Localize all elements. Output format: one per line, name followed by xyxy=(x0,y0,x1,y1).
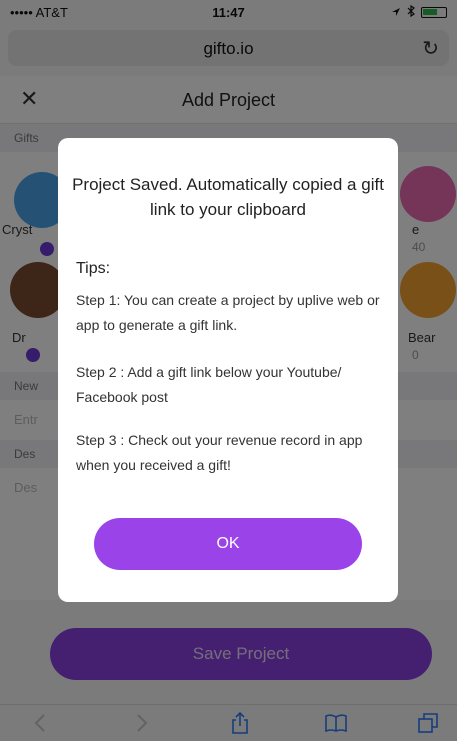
tips-title: Tips: xyxy=(76,260,111,277)
project-saved-dialog: Project Saved. Automatically copied a gi… xyxy=(58,138,398,602)
tip-step-1: Step 1: You can create a project by upli… xyxy=(76,292,380,333)
tip-step-2: Step 2 : Add a gift link below your Yout… xyxy=(76,364,342,405)
ok-button[interactable]: OK xyxy=(94,518,362,570)
tip-step-3: Step 3 : Check out your revenue record i… xyxy=(76,432,363,473)
dialog-headline: Project Saved. Automatically copied a gi… xyxy=(72,175,384,219)
